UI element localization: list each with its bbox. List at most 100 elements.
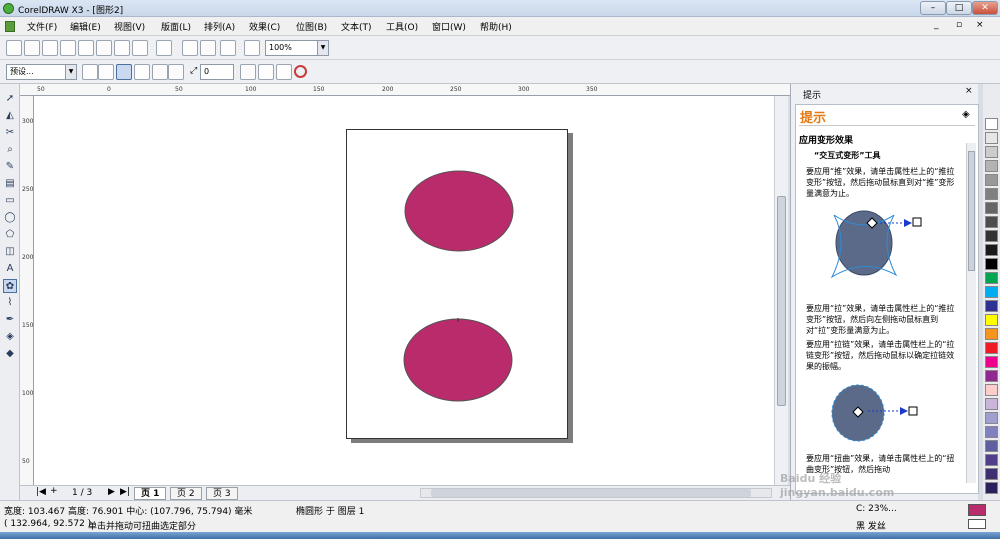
palette-swatch[interactable] [985,202,998,214]
pick-tool-icon[interactable]: ➚ [3,92,17,106]
basic-shapes-tool-icon[interactable]: ◫ [3,245,17,259]
menu-edit[interactable]: 编辑(E) [70,20,101,33]
palette-swatch[interactable] [985,314,998,326]
twister-distortion-icon[interactable] [152,64,168,80]
cut-icon[interactable] [78,40,94,56]
palette-swatch[interactable] [985,384,998,396]
hints-scrollbar[interactable] [966,143,976,483]
menu-help[interactable]: 帮助(H) [480,20,512,33]
palette-swatch[interactable] [985,370,998,382]
interactive-distort-tool-icon[interactable]: ✿ [3,279,17,293]
export-icon[interactable] [200,40,216,56]
tab-page-1[interactable]: 页 1 [134,487,167,500]
menu-tools[interactable]: 工具(O) [386,20,418,33]
clear-distortion-icon[interactable] [294,65,307,78]
ellipse-tool-icon[interactable]: ◯ [3,211,17,225]
palette-swatch[interactable] [985,482,998,494]
print-icon[interactable] [60,40,76,56]
scroll-thumb[interactable] [777,196,786,406]
palette-swatch[interactable] [985,272,998,284]
palette-swatch[interactable] [985,188,998,200]
tab-page-3[interactable]: 页 3 [206,487,238,500]
paste-icon[interactable] [114,40,130,56]
scroll-thumb[interactable] [968,151,975,271]
polygon-tool-icon[interactable]: ⬠ [3,228,17,242]
fill-tool-icon[interactable]: ◈ [3,330,17,344]
palette-swatch[interactable] [985,300,998,312]
close-button[interactable]: ✕ [972,1,998,15]
palette-swatch[interactable] [985,328,998,340]
import-icon[interactable] [182,40,198,56]
first-page-button[interactable]: |◀ [36,487,46,497]
doc-restore-button[interactable]: ▫ [956,20,962,30]
palette-swatch[interactable] [985,398,998,410]
palette-swatch[interactable] [985,286,998,298]
chevron-down-icon[interactable]: ▼ [317,41,328,55]
interactive-fill-tool-icon[interactable]: ◆ [3,347,17,361]
menu-view[interactable]: 视图(V) [114,20,145,33]
menu-text[interactable]: 文本(T) [341,20,372,33]
eyedropper-tool-icon[interactable]: ⌇ [3,296,17,310]
menu-effects[interactable]: 效果(C) [249,20,280,33]
doc-minimize-button[interactable]: _ [934,20,939,30]
push-pull-distortion-icon[interactable] [116,64,132,80]
chevron-down-icon[interactable]: ▼ [65,65,76,79]
maximize-button[interactable]: □ [946,1,972,15]
palette-swatch[interactable] [985,118,998,130]
rectangle-tool-icon[interactable]: ▭ [3,194,17,208]
center-distortion-icon[interactable] [240,64,256,80]
corel-online-icon[interactable] [244,40,260,56]
palette-swatch[interactable] [985,342,998,354]
smart-fill-tool-icon[interactable]: ▤ [3,177,17,191]
palette-swatch[interactable] [985,440,998,452]
open-icon[interactable] [24,40,40,56]
zoom-tool-icon[interactable]: ⌕ [3,143,17,157]
palette-swatch[interactable] [985,454,998,466]
crop-tool-icon[interactable]: ✂ [3,126,17,140]
save-icon[interactable] [42,40,58,56]
drawing-canvas[interactable] [34,96,774,485]
scroll-thumb[interactable] [431,489,751,497]
add-preset-icon[interactable] [82,64,98,80]
convert-to-curves-icon[interactable] [258,64,274,80]
copy-icon[interactable] [96,40,112,56]
outline-swatch[interactable] [968,519,986,529]
palette-swatch[interactable] [985,216,998,228]
new-icon[interactable] [6,40,22,56]
next-page-button[interactable]: ▶ [108,487,115,497]
menu-arrange[interactable]: 排列(A) [204,20,235,33]
palette-swatch[interactable] [985,160,998,172]
palette-swatch[interactable] [985,258,998,270]
zoom-select[interactable]: 100% ▼ [265,40,329,56]
preset-select[interactable]: 预设... ▼ [6,64,77,80]
menu-window[interactable]: 窗口(W) [432,20,466,33]
text-tool-icon[interactable]: A [3,262,17,276]
vertical-scrollbar[interactable] [774,96,788,485]
minimize-button[interactable]: – [920,1,946,15]
hints-help-icon[interactable]: ◈ [962,109,970,120]
zipper-distortion-icon[interactable] [134,64,150,80]
amplitude-input[interactable]: 0 [200,64,234,80]
docker-close-icon[interactable]: × [965,86,973,96]
add-new-distortion-icon[interactable] [168,64,184,80]
freehand-tool-icon[interactable]: ✎ [3,160,17,174]
palette-swatch[interactable] [985,244,998,256]
palette-swatch[interactable] [985,426,998,438]
application-launcher-icon[interactable] [220,40,236,56]
palette-swatch[interactable] [985,468,998,480]
fill-swatch[interactable] [968,504,986,516]
menu-file[interactable]: 文件(F) [27,20,57,33]
doc-icon[interactable] [5,21,15,32]
palette-swatch[interactable] [985,230,998,242]
last-page-button[interactable]: ▶| [120,487,130,497]
palette-swatch[interactable] [985,146,998,158]
palette-swatch[interactable] [985,174,998,186]
tab-page-2[interactable]: 页 2 [170,487,202,500]
menu-bitmaps[interactable]: 位图(B) [296,20,327,33]
redo-icon[interactable] [156,40,172,56]
add-page-button[interactable]: + [50,486,58,496]
copy-distortion-icon[interactable] [276,64,292,80]
remove-preset-icon[interactable] [98,64,114,80]
palette-swatch[interactable] [985,356,998,368]
shape-tool-icon[interactable]: ◭ [3,109,17,123]
